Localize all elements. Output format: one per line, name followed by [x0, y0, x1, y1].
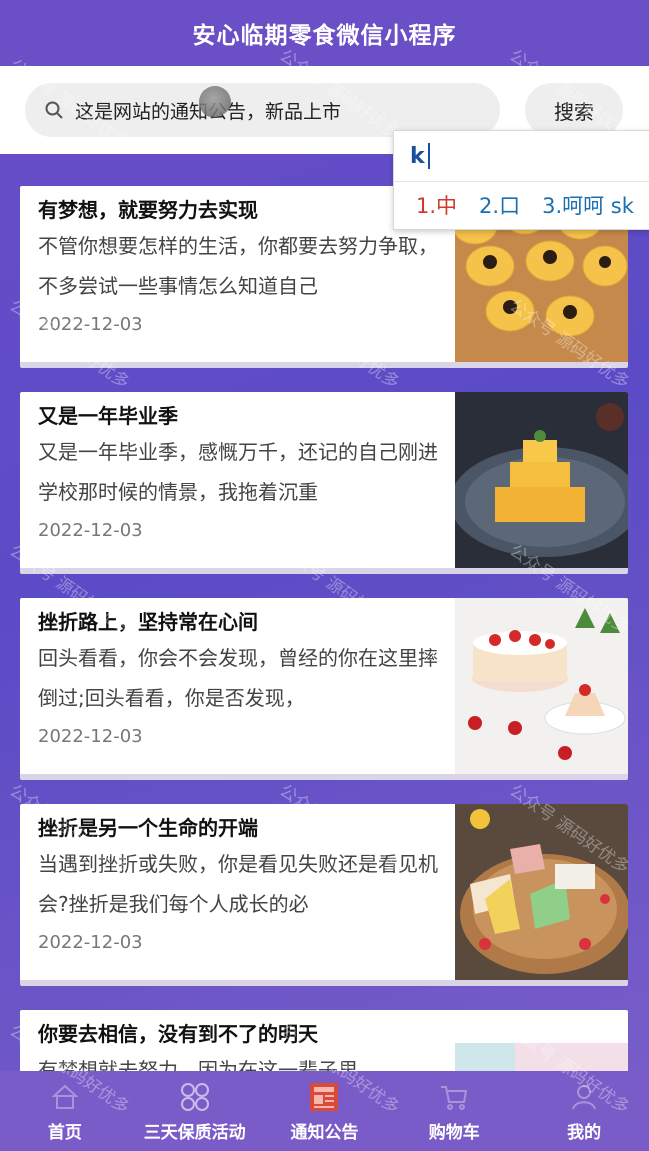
search-button[interactable]: 搜索: [525, 83, 623, 137]
tab-label: 通知公告: [290, 1122, 359, 1143]
article-title: 挫折路上，坚持常在心间: [38, 610, 258, 634]
tab-notice[interactable]: 通知公告: [260, 1071, 390, 1151]
tab-home[interactable]: 首页: [0, 1071, 130, 1151]
article-desc: 不管你想要怎样的生活，你都要去努力争取，不多尝试一些事情怎么知道自己: [38, 234, 438, 298]
article-desc: 回头看看，你会不会发现，曾经的你在这里摔倒过;回头看看，你是否发现，: [38, 646, 438, 710]
tab-mine[interactable]: 我的: [519, 1071, 649, 1151]
article-thumbnail: [455, 804, 628, 980]
article-date: 2022-12-03: [38, 726, 143, 747]
article-title: 你要去相信，没有到不了的明天: [38, 1022, 318, 1046]
bottom-tabbar: 首页 三天保质活动 通知公告 购物车 我的: [0, 1071, 649, 1151]
ime-candidate[interactable]: 2.口: [479, 190, 520, 220]
touch-cursor: [199, 86, 231, 118]
article-desc: 当遇到挫折或失败，你是看见失败还是看见机会?挫折是我们每个人成长的必: [38, 852, 438, 916]
tab-label: 购物车: [428, 1122, 480, 1143]
tab-activity[interactable]: 三天保质活动: [130, 1071, 260, 1151]
article-title: 挫折是另一个生命的开端: [38, 816, 258, 840]
article-date: 2022-12-03: [38, 520, 143, 541]
article-title: 有梦想，就要努力去实现: [38, 198, 258, 222]
app-header: 安心临期零食微信小程序: [0, 0, 649, 66]
ime-candidate[interactable]: 1.中: [416, 190, 457, 220]
grid-icon: [178, 1080, 212, 1114]
tab-cart[interactable]: 购物车: [389, 1071, 519, 1151]
user-icon: [567, 1080, 601, 1114]
ime-candidate-panel: k 1.中 2.口 3.呵呵 sk: [393, 130, 649, 230]
search-box[interactable]: [25, 83, 500, 137]
article-date: 2022-12-03: [38, 314, 143, 335]
search-icon: [43, 99, 65, 121]
ime-candidate-list: 1.中 2.口 3.呵呵 sk: [394, 182, 649, 228]
ime-composition: k: [394, 131, 649, 182]
notice-icon: [307, 1080, 341, 1114]
cart-icon: [437, 1080, 471, 1114]
tab-label: 我的: [567, 1122, 602, 1143]
article-date: 2022-12-03: [38, 932, 143, 953]
home-icon: [48, 1080, 82, 1114]
list-item[interactable]: 挫折是另一个生命的开端 当遇到挫折或失败，你是看见失败还是看见机会?挫折是我们每…: [20, 804, 628, 986]
tab-label: 首页: [47, 1122, 82, 1143]
article-desc: 又是一年毕业季，感慨万千，还记的自己刚进学校那时候的情景，我拖着沉重: [38, 440, 438, 504]
ime-candidate[interactable]: 3.呵呵 sk: [542, 190, 634, 220]
tab-label: 三天保质活动: [143, 1122, 246, 1143]
list-item[interactable]: 挫折路上，坚持常在心间 回头看看，你会不会发现，曾经的你在这里摔倒过;回头看看，…: [20, 598, 628, 780]
page-title: 安心临期零食微信小程序: [192, 23, 457, 49]
search-input[interactable]: [73, 98, 457, 122]
article-thumbnail: [455, 598, 628, 774]
list-item[interactable]: 又是一年毕业季 又是一年毕业季，感慨万千，还记的自己刚进学校那时候的情景，我拖着…: [20, 392, 628, 574]
article-list: 有梦想，就要努力去实现 不管你想要怎样的生活，你都要去努力争取，不多尝试一些事情…: [20, 186, 628, 1144]
article-thumbnail: [455, 392, 628, 568]
article-title: 又是一年毕业季: [38, 404, 178, 428]
